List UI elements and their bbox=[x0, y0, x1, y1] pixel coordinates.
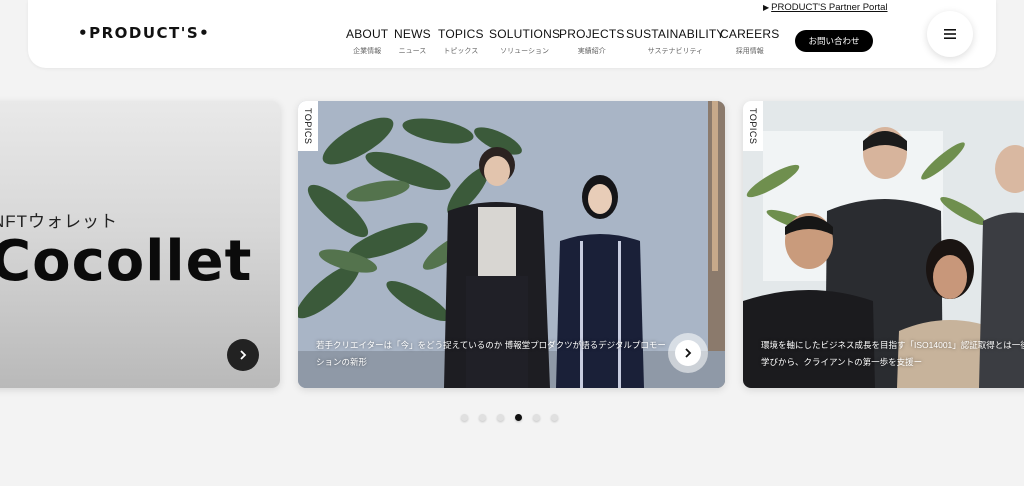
nav-topics[interactable]: TOPICS トピックス bbox=[438, 27, 484, 56]
carousel-pagination bbox=[461, 414, 558, 421]
slide-caption: 若手クリエイターは「今」をどう捉えているのか 博報堂プロダクツが語るデジタルプロ… bbox=[316, 340, 666, 367]
slide-next-button[interactable] bbox=[227, 339, 259, 371]
slide-topics-creators[interactable]: TOPICS 若手クリエイターは「今」をどう捉えているのか 博報堂プロダクツが語… bbox=[298, 101, 725, 388]
nav-projects[interactable]: PROJECTS 実績紹介 bbox=[559, 27, 625, 56]
partner-portal-link[interactable]: ▶ PRODUCT'S Partner Portal bbox=[763, 2, 888, 13]
nav-about[interactable]: ABOUT 企業情報 bbox=[346, 27, 388, 56]
slide-next-button[interactable] bbox=[668, 333, 708, 373]
pagination-dot-4[interactable] bbox=[515, 414, 522, 421]
play-icon: ▶ bbox=[763, 3, 770, 12]
slide-topics-iso[interactable]: TOPICS 環境を軸にしたビジネス成長を目指す「ISO14001」認証取得とは… bbox=[743, 101, 1024, 388]
pagination-dot-6[interactable] bbox=[551, 414, 558, 421]
slide-caption: 環境を軸にしたビジネス成長を目指す「ISO14001」認証取得とは一後編： 学び… bbox=[761, 340, 1024, 367]
contact-button[interactable]: お問い合わせ bbox=[795, 30, 873, 52]
pagination-dot-5[interactable] bbox=[533, 414, 540, 421]
slide-heading: Cocollet bbox=[0, 229, 253, 294]
site-header: •PRODUCT'S• ▶ PRODUCT'S Partner Portal AB… bbox=[28, 0, 996, 68]
nav-news[interactable]: NEWS ニュース bbox=[394, 27, 431, 56]
hamburger-icon bbox=[944, 29, 956, 39]
pagination-dot-2[interactable] bbox=[479, 414, 486, 421]
slide-cocollet[interactable]: NFTウォレット Cocollet bbox=[0, 101, 280, 388]
topics-tag: TOPICS bbox=[298, 101, 318, 151]
logo[interactable]: •PRODUCT'S• bbox=[78, 24, 210, 42]
pagination-dot-3[interactable] bbox=[497, 414, 504, 421]
topics-tag: TOPICS bbox=[743, 101, 763, 151]
chevron-right-icon bbox=[685, 348, 692, 358]
nav-solutions[interactable]: SOLUTIONS ソリューション bbox=[489, 27, 560, 56]
pagination-dot-1[interactable] bbox=[461, 414, 468, 421]
menu-button[interactable] bbox=[927, 11, 973, 57]
nav-careers[interactable]: CAREERS 採用情報 bbox=[720, 27, 779, 56]
chevron-right-icon bbox=[240, 350, 247, 360]
nav-sustainability[interactable]: SUSTAINABILITY サステナビリティ bbox=[626, 27, 725, 56]
